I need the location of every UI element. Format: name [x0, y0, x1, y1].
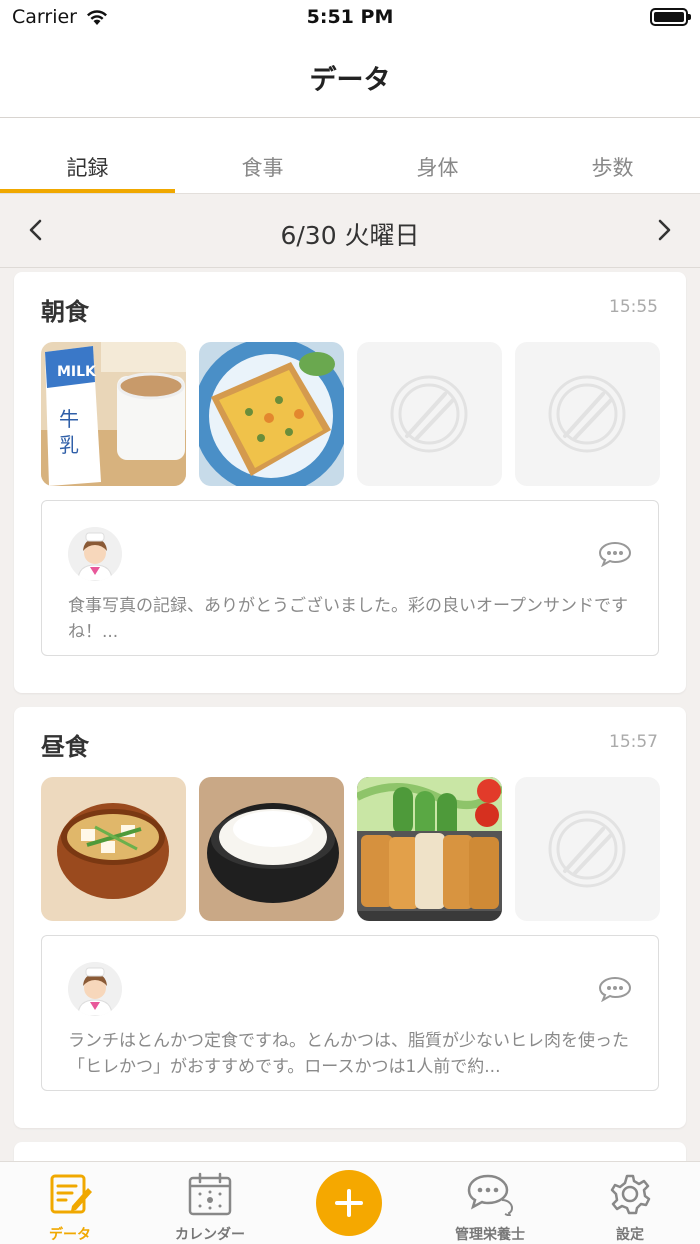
empty-photo-slot[interactable] [515, 342, 660, 486]
empty-photo-slot[interactable] [357, 342, 502, 486]
dietitian-avatar [68, 962, 122, 1016]
svg-text:牛: 牛 [59, 407, 79, 431]
tab-label: 設定 [616, 1227, 644, 1243]
svg-text:乳: 乳 [59, 433, 79, 457]
photo-row: MILK 牛 乳 [41, 342, 660, 486]
tab-dietitian[interactable]: 管理栄養士 [440, 1172, 540, 1244]
tab-record[interactable]: 記録 [0, 118, 175, 193]
nav-bar: データ [0, 36, 700, 118]
plate-utensils-icon [548, 375, 626, 453]
meal-card-breakfast[interactable]: 朝食 15:55 MILK 牛 乳 食事写真の記録、ありがとうございました。彩の… [14, 272, 686, 693]
chat-bubble-icon[interactable] [598, 541, 632, 567]
chevron-right-icon[interactable] [652, 218, 676, 242]
tab-data[interactable]: データ [20, 1172, 120, 1244]
tab-label: カレンダー [175, 1227, 245, 1243]
add-record-button[interactable] [316, 1170, 382, 1236]
comment-text: 食事写真の記録、ありがとうございました。彩の良いオープンサンドですね！... [68, 596, 628, 642]
tab-calendar[interactable]: カレンダー [160, 1172, 260, 1244]
meal-time: 15:57 [609, 732, 658, 752]
tab-label: データ [49, 1227, 91, 1243]
calendar-icon [188, 1172, 232, 1216]
tonkatsu-photo[interactable] [357, 777, 502, 921]
plate-utensils-icon [390, 375, 468, 453]
meal-name: 昼食 [41, 733, 89, 761]
tab-meal[interactable]: 食事 [175, 118, 350, 193]
meal-card-lunch[interactable]: 昼食 15:57 ランチはとんかつ定食ですね。とんかつは、脂質が少ないヒレ肉を使… [14, 707, 686, 1128]
status-time: 5:51 PM [306, 6, 394, 28]
tab-steps[interactable]: 歩数 [525, 118, 700, 193]
chat-bubbles-icon [467, 1174, 514, 1218]
meal-name: 朝食 [41, 298, 89, 326]
miso-soup-photo[interactable] [41, 777, 186, 921]
battery-icon [650, 8, 691, 26]
date-selector: 6/30 火曜日 [0, 194, 700, 268]
dietitian-comment[interactable]: 食事写真の記録、ありがとうございました。彩の良いオープンサンドですね！... [41, 500, 659, 656]
dietitian-avatar [68, 527, 122, 581]
chat-bubble-icon[interactable] [598, 976, 632, 1002]
svg-text:MILK: MILK [57, 364, 97, 380]
plate-utensils-icon [548, 810, 626, 888]
edit-document-icon [50, 1174, 92, 1214]
dietitian-comment[interactable]: ランチはとんかつ定食ですね。とんかつは、脂質が少ないヒレ肉を使った「ヒレかつ」が… [41, 935, 659, 1091]
tab-settings[interactable]: 設定 [580, 1172, 680, 1244]
rice-bowl-photo[interactable] [199, 777, 344, 921]
page-title: データ [309, 65, 391, 96]
meal-time: 15:55 [609, 297, 658, 317]
segment-tabs: 記録 食事 身体 歩数 [0, 118, 700, 194]
comment-text: ランチはとんかつ定食ですね。とんかつは、脂質が少ないヒレ肉を使った「ヒレかつ」が… [68, 1031, 629, 1077]
milk-and-coffee-photo[interactable]: MILK 牛 乳 [41, 342, 186, 486]
open-sandwich-toast-photo[interactable] [199, 342, 344, 486]
bottom-tab-bar: データ カレンダー 管理栄養士 設定 [0, 1161, 700, 1244]
tab-body[interactable]: 身体 [350, 118, 525, 193]
photo-row [41, 777, 660, 921]
status-bar: Carrier 5:51 PM [0, 0, 700, 36]
tab-label: 管理栄養士 [455, 1227, 525, 1243]
gear-icon [610, 1174, 651, 1215]
date-label: 6/30 火曜日 [280, 221, 420, 250]
empty-photo-slot[interactable] [515, 777, 660, 921]
